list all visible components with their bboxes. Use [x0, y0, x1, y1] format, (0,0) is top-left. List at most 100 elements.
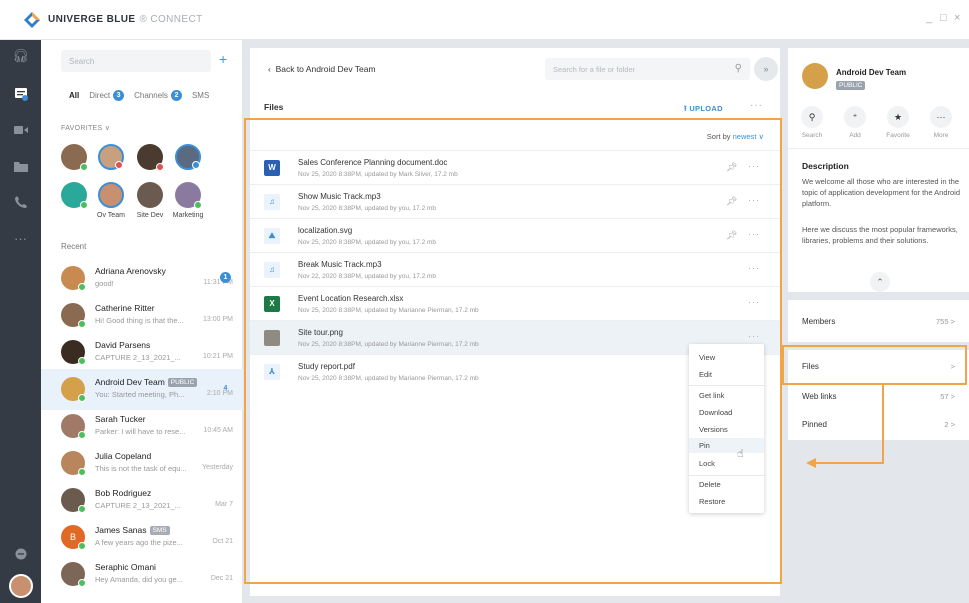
sort-control[interactable]: Sort by newest ∨ [707, 132, 764, 141]
tab-all[interactable]: All [69, 90, 79, 101]
presence-dot [78, 468, 86, 476]
search-icon: ⚲ [801, 106, 823, 128]
message-time: 10:45 AM [203, 427, 233, 434]
menu-item-edit[interactable]: Edit [699, 370, 712, 379]
pin-icon[interactable]: 📌︎ [726, 162, 737, 173]
message-time: Yesterday [202, 464, 233, 471]
favorite-avatar[interactable] [137, 144, 164, 171]
favorite-caption: Marketing [172, 212, 204, 219]
menu-item-download[interactable]: Download [699, 408, 732, 417]
action-search[interactable]: ⚲ Search [798, 106, 826, 139]
favorite-avatar[interactable] [98, 144, 124, 170]
action-more[interactable]: ··· More [927, 106, 955, 139]
contact-row[interactable]: Sarah Tucker Parker: I will have to rese.… [41, 406, 243, 447]
tab-sms[interactable]: SMS [192, 90, 209, 101]
menu-item-view[interactable]: View [699, 353, 715, 362]
video-icon[interactable] [0, 114, 41, 146]
favorite-avatar[interactable] [61, 144, 88, 171]
members-count: 755 > [936, 317, 955, 326]
menu-item-delete[interactable]: Delete [699, 480, 721, 489]
user-avatar[interactable] [0, 570, 41, 602]
expand-description-button[interactable]: ⌃ [870, 272, 890, 292]
tab-direct[interactable]: Direct 3 [89, 90, 125, 101]
file-row[interactable]: W Sales Conference Planning document.doc N… [250, 150, 780, 184]
phone-icon[interactable] [0, 186, 41, 218]
more-icon[interactable]: ··· [0, 222, 41, 254]
favorite-group-avatar[interactable] [98, 182, 124, 208]
contact-row[interactable]: Android Dev Team PUBLIC You: Started meeti… [41, 369, 243, 410]
members-row[interactable]: Members 755 > [788, 300, 969, 342]
minimize-icon[interactable]: _ [926, 12, 932, 24]
files-chevron[interactable]: > [951, 362, 955, 371]
contact-row[interactable]: B James Sanas SMS A few years ago the pize.… [41, 517, 243, 558]
contact-row[interactable]: Julia Copeland This is not the task of eq… [41, 443, 243, 484]
avatar [61, 377, 86, 402]
file-more-icon[interactable]: ··· [748, 331, 760, 341]
menu-item-lock[interactable]: Lock [699, 459, 715, 468]
file-name[interactable]: localization.svg [298, 226, 352, 235]
contact-row[interactable]: Seraphic Omani Hey Amanda, did you ge... D… [41, 554, 243, 595]
file-meta: Nov 25, 2020 8:38PM, updated by Marianne… [298, 307, 479, 314]
action-add[interactable]: ⁺ Add [841, 106, 869, 139]
file-name[interactable]: Show Music Track.mp3 [298, 192, 381, 201]
menu-item-pin[interactable]: Pin [689, 438, 764, 453]
chat-icon[interactable] [0, 78, 41, 110]
file-name[interactable]: Sales Conference Planning document.doc [298, 158, 447, 167]
file-name[interactable]: Study report.pdf [298, 362, 355, 371]
photo-file-icon [264, 330, 280, 346]
web-links-count[interactable]: 57 > [940, 392, 955, 401]
headset-icon[interactable]: 🎧︎ [0, 40, 41, 72]
file-row[interactable]: ♫ Show Music Track.mp3 Nov 25, 2020 8:38PM… [250, 184, 780, 218]
favorite-group-avatar[interactable] [137, 182, 163, 208]
upload-button[interactable]: ⭱ UPLOAD [684, 103, 723, 116]
tab-channels[interactable]: Channels 2 [134, 90, 182, 101]
back-link[interactable]: ‹ Back to Android Dev Team [268, 64, 376, 74]
close-icon[interactable]: × [954, 12, 960, 24]
menu-item-restore[interactable]: Restore [699, 497, 725, 506]
file-more-icon[interactable]: ··· [748, 229, 760, 239]
maximize-icon[interactable]: □ [940, 12, 947, 24]
unread-badge: 3 [113, 90, 125, 101]
contact-row[interactable]: David Parsens CAPTURE 2_13_2021_... 10:21 … [41, 332, 243, 373]
unread-badge: 2 [170, 90, 182, 101]
collapse-panel-button[interactable]: » [754, 57, 778, 81]
favorite-group-avatar[interactable] [61, 182, 88, 209]
contact-row[interactable]: Bob Rodriguez CAPTURE 2_13_2021_... Mar 7 [41, 480, 243, 521]
presence-dot [78, 579, 86, 587]
file-more-icon[interactable]: ··· [748, 195, 760, 205]
file-meta: Nov 22, 2020 8:38PM, updated by you, 17.… [298, 273, 437, 280]
file-more-icon[interactable]: ··· [748, 297, 760, 307]
chat-bubble-icon[interactable] [0, 538, 41, 570]
file-search-input[interactable]: Search for a file or folder ⚲ [545, 58, 750, 80]
file-name[interactable]: Site tour.png [298, 328, 343, 337]
word-file-icon: W [264, 160, 280, 176]
description-title: Description [802, 161, 849, 171]
avatar [61, 340, 86, 365]
file-name[interactable]: Break Music Track.mp3 [298, 260, 382, 269]
pinned-count[interactable]: 2 > [944, 420, 955, 429]
file-more-icon[interactable]: ··· [748, 161, 760, 171]
favorite-avatar[interactable] [175, 144, 201, 170]
favorites-label[interactable]: FAVORITES ∨ [61, 124, 110, 132]
menu-item-versions[interactable]: Versions [699, 425, 728, 434]
favorite-group-avatar[interactable] [175, 182, 202, 209]
presence-dot [78, 431, 86, 439]
files-row[interactable]: Files [802, 362, 819, 371]
action-favorite[interactable]: ★ Favorite [884, 106, 912, 139]
file-name[interactable]: Event Location Research.xlsx [298, 294, 403, 303]
file-row[interactable]: X Event Location Research.xlsx Nov 25, 202… [250, 286, 780, 320]
image-file-icon: ⛰ [264, 228, 280, 244]
file-row[interactable]: ♫ Break Music Track.mp3 Nov 22, 2020 8:38P… [250, 252, 780, 286]
search-input[interactable]: Search [61, 50, 211, 72]
contact-row[interactable]: Adriana Arenovsky good! 11:31 PM 1 [41, 258, 243, 299]
folder-icon[interactable] [0, 150, 41, 182]
file-row[interactable]: ⛰ localization.svg Nov 25, 2020 8:38PM, up… [250, 218, 780, 252]
add-icon[interactable]: + [219, 51, 227, 67]
pin-icon[interactable]: 📌︎ [726, 196, 737, 207]
files-more-icon[interactable]: ··· [750, 100, 763, 111]
contact-row[interactable]: Catherine Ritter Hi! Good thing is that t… [41, 295, 243, 336]
file-more-icon[interactable]: ··· [748, 263, 760, 273]
pin-icon[interactable]: 📌︎ [726, 230, 737, 241]
menu-item-get-link[interactable]: Get link [699, 391, 724, 400]
avatar [61, 414, 86, 439]
